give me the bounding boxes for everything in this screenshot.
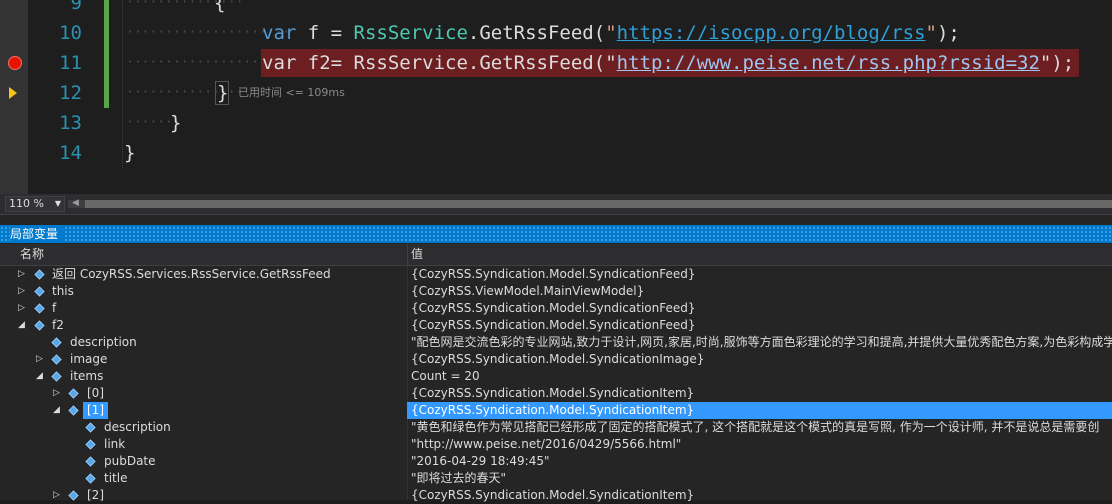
chevron-down-icon: ▼: [54, 199, 61, 208]
editor-status-bar: 110 % ▼ ◀: [0, 194, 1112, 214]
change-marker: [104, 18, 109, 48]
table-row[interactable]: ▷ 返回 CozyRSS.Services.RssService.GetRssF…: [0, 266, 1112, 283]
field-icon: [68, 490, 79, 501]
panel-title: 局部变量: [10, 227, 65, 241]
line-number: 14: [59, 142, 82, 164]
table-row[interactable]: description "黄色和绿色作为常见搭配已经形成了固定的搭配模式了, 这…: [0, 419, 1112, 436]
table-row[interactable]: title "即将过去的春天": [0, 470, 1112, 487]
code-editor[interactable]: 9 ··············· { 10 ·················…: [0, 0, 1112, 194]
field-icon: [34, 320, 45, 331]
column-value-header[interactable]: 值: [411, 244, 423, 265]
line-number: 11: [59, 52, 82, 74]
change-marker: [104, 48, 109, 78]
collapse-icon[interactable]: ◢: [36, 368, 43, 385]
expand-icon[interactable]: ▷: [18, 300, 25, 317]
table-row[interactable]: ◢ f2 {CozyRSS.Syndication.Model.Syndicat…: [0, 317, 1112, 334]
expand-icon[interactable]: ▷: [18, 266, 25, 283]
field-icon: [34, 303, 45, 314]
expand-icon[interactable]: ▷: [53, 385, 60, 402]
zoom-select[interactable]: 110 % ▼: [5, 196, 65, 212]
perf-tip[interactable]: 已用时间 <= 109ms: [238, 78, 345, 108]
table-row[interactable]: pubDate "2016-04-29 18:49:45": [0, 453, 1112, 470]
url-link[interactable]: http://www.peise.net/rss.php?rssid=32: [617, 52, 1040, 74]
field-icon: [68, 405, 79, 416]
table-row[interactable]: ▷ [2] {CozyRSS.Syndication.Model.Syndica…: [0, 487, 1112, 504]
field-icon: [85, 439, 96, 450]
collapse-icon[interactable]: ◢: [18, 317, 25, 334]
expand-icon[interactable]: ▷: [36, 351, 43, 368]
table-row[interactable]: ▷ this {CozyRSS.ViewModel.MainViewModel}: [0, 283, 1112, 300]
field-icon: [85, 473, 96, 484]
breakpoint-icon[interactable]: [8, 56, 22, 70]
code-text: var f2= RssService.GetRssFeed("http://ww…: [262, 52, 1075, 74]
table-row[interactable]: link "http://www.peise.net/2016/0429/556…: [0, 436, 1112, 453]
table-row[interactable]: ◢ items Count = 20: [0, 368, 1112, 385]
url-link[interactable]: https://isocpp.org/blog/rss: [617, 22, 926, 44]
column-header: 名称 值: [0, 244, 1112, 266]
code-line-11[interactable]: 11 ····················· var f2= RssServ…: [0, 48, 1112, 78]
locals-window: 局部变量 名称 值 ▷ 返回 CozyRSS.Services.RssServi…: [0, 214, 1112, 502]
code-text: var f = RssService.GetRssFeed("https://i…: [262, 22, 960, 44]
code-text: }: [217, 82, 229, 104]
field-icon: [51, 354, 62, 365]
code-line-13[interactable]: 13 ······· }: [0, 108, 1112, 138]
field-icon: [68, 388, 79, 399]
line-number: 10: [59, 22, 82, 44]
scroll-left-icon[interactable]: ◀: [72, 198, 79, 208]
field-icon: [85, 422, 96, 433]
code-text: }: [170, 112, 182, 134]
code-line-9[interactable]: 9 ··············· {: [0, 0, 1112, 18]
code-line-14[interactable]: 14 }: [0, 138, 1112, 168]
panel-title-bar[interactable]: 局部变量: [0, 225, 1112, 243]
field-icon: [34, 286, 45, 297]
scrollbar-thumb[interactable]: [85, 200, 1112, 208]
table-row[interactable]: description "配色网是交流色彩的专业网站,致力于设计,网页,家居,时…: [0, 334, 1112, 351]
line-number: 12: [59, 82, 82, 104]
field-icon: [85, 456, 96, 467]
collapse-icon[interactable]: ◢: [53, 402, 60, 419]
table-row[interactable]: ▷ image {CozyRSS.Syndication.Model.Syndi…: [0, 351, 1112, 368]
table-row[interactable]: ▷ f {CozyRSS.Syndication.Model.Syndicati…: [0, 300, 1112, 317]
change-marker: [104, 0, 109, 18]
field-icon: [34, 269, 45, 280]
code-line-12[interactable]: 12 ··············· } 已用时间 <= 109ms: [0, 78, 1112, 108]
field-icon: [51, 371, 62, 382]
code-line-10[interactable]: 10 ····················· var f = RssServ…: [0, 18, 1112, 48]
code-text: }: [124, 142, 136, 164]
field-icon: [51, 337, 62, 348]
column-divider[interactable]: [407, 244, 408, 265]
expand-icon[interactable]: ▷: [53, 487, 60, 504]
line-number: 13: [59, 112, 82, 134]
line-number: 9: [70, 0, 82, 14]
column-name-header[interactable]: 名称: [20, 244, 44, 265]
current-statement-arrow-icon[interactable]: [9, 87, 17, 99]
expand-icon[interactable]: ▷: [18, 283, 25, 300]
table-row-selected[interactable]: ◢ [1] {CozyRSS.Syndication.Model.Syndica…: [0, 402, 1112, 419]
change-marker: [104, 78, 109, 108]
table-row[interactable]: ▷ [0] {CozyRSS.Syndication.Model.Syndica…: [0, 385, 1112, 402]
code-text: {: [214, 0, 226, 14]
